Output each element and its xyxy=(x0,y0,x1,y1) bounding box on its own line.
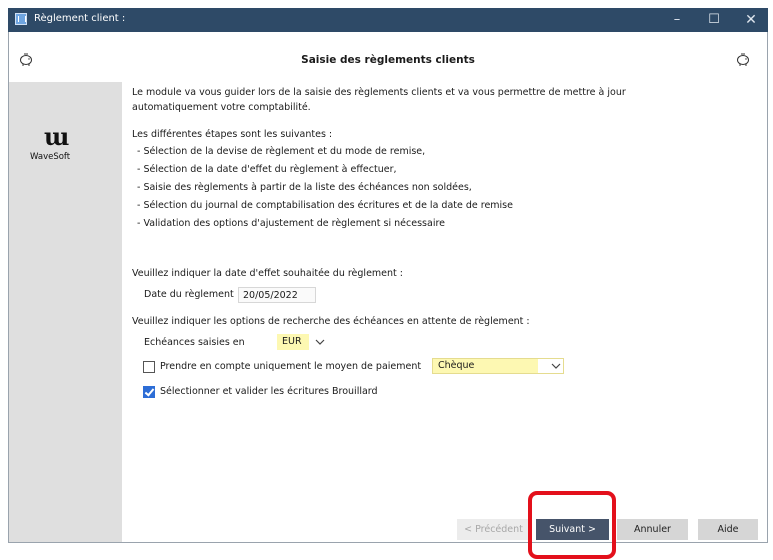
left-panel xyxy=(9,82,122,542)
payment-method-label: Prendre en compte uniquement le moyen de… xyxy=(160,361,422,372)
payment-method-checkbox[interactable] xyxy=(143,361,155,373)
chevron-down-icon[interactable] xyxy=(551,363,561,369)
chevron-down-icon[interactable] xyxy=(315,339,325,345)
logo-text: WaveSoft xyxy=(30,152,71,162)
date-prompt: Veuillez indiquer la date d'effet souhai… xyxy=(132,268,403,279)
brouillard-checkbox[interactable] xyxy=(143,386,155,398)
page-title: Saisie des règlements clients xyxy=(301,54,475,66)
step-item: - Saisie des règlements à partir de la l… xyxy=(137,182,472,193)
brouillard-label: Sélectionner et valider les écritures Br… xyxy=(160,386,378,397)
app-icon xyxy=(15,13,27,25)
minimize-button[interactable]: – xyxy=(660,8,694,32)
logo-mark: ɯ xyxy=(44,122,69,151)
search-prompt: Veuillez indiquer les options de recherc… xyxy=(132,316,530,327)
previous-button[interactable]: < Précédent xyxy=(457,519,530,540)
close-button[interactable]: ✕ xyxy=(734,8,768,32)
step-item: - Sélection du journal de comptabilisati… xyxy=(137,200,513,211)
currency-value: EUR xyxy=(282,336,302,347)
cancel-button[interactable]: Annuler xyxy=(617,519,688,540)
window-title: Règlement client : xyxy=(34,13,126,24)
currency-label: Echéances saisies en xyxy=(144,337,245,348)
piggy-bank-icon xyxy=(737,53,749,66)
intro-line-2: automatiquement votre comptabilité. xyxy=(132,102,311,113)
date-field[interactable]: 20/05/2022 xyxy=(238,287,316,303)
intro-line-1: Le module va vous guider lors de la sais… xyxy=(132,87,626,98)
steps-heading: Les différentes étapes sont les suivante… xyxy=(132,129,333,140)
maximize-button[interactable]: ☐ xyxy=(697,8,731,32)
step-item: - Validation des options d'ajustement de… xyxy=(137,218,445,229)
step-item: - Sélection de la date d'effet du règlem… xyxy=(137,164,397,175)
help-button[interactable]: Aide xyxy=(698,519,758,540)
step-item: - Sélection de la devise de règlement et… xyxy=(137,146,426,157)
highlight-annotation xyxy=(528,491,616,559)
date-label: Date du règlement xyxy=(144,289,234,300)
payment-method-value: Chèque xyxy=(438,360,475,371)
